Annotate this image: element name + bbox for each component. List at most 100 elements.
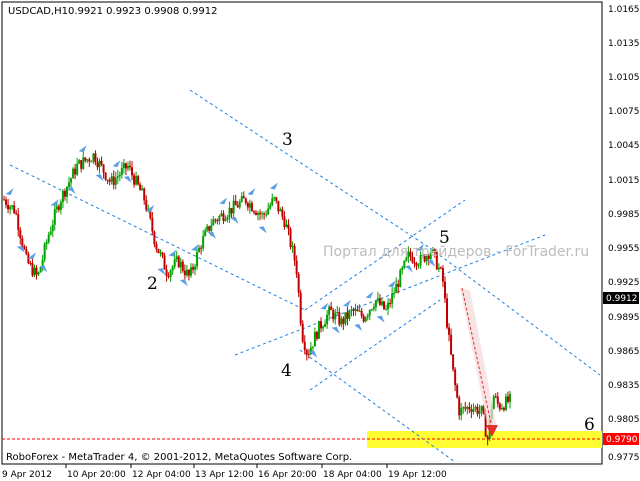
candle-body bbox=[301, 323, 304, 342]
candle-body bbox=[194, 266, 197, 270]
candle-body bbox=[437, 267, 440, 270]
candle-body bbox=[257, 212, 260, 215]
candle-body bbox=[167, 275, 170, 277]
candle-body bbox=[395, 283, 398, 294]
candle-body bbox=[342, 318, 345, 324]
candle-body bbox=[3, 199, 5, 201]
candle-body bbox=[145, 200, 148, 210]
candle-body bbox=[273, 197, 276, 199]
candle-body bbox=[72, 168, 75, 179]
candle-body bbox=[275, 197, 278, 201]
candle-body bbox=[230, 207, 233, 214]
candle-body bbox=[338, 312, 341, 325]
candle-body bbox=[376, 298, 379, 301]
candle-body bbox=[179, 261, 182, 268]
candle-body bbox=[59, 201, 62, 210]
candle-body bbox=[307, 354, 310, 356]
candle-body bbox=[370, 309, 373, 311]
candle-body bbox=[11, 205, 14, 207]
price-tick-label: 1.0075 bbox=[608, 107, 640, 117]
candle-body bbox=[204, 230, 207, 237]
candle-body bbox=[486, 436, 489, 439]
candle-body bbox=[450, 334, 453, 355]
candle-body bbox=[33, 267, 36, 276]
candle-body bbox=[238, 201, 241, 208]
candle-body bbox=[326, 314, 329, 325]
candle-body bbox=[502, 407, 505, 410]
candle-body bbox=[183, 270, 186, 276]
candle-body bbox=[39, 267, 42, 273]
candle-body bbox=[222, 213, 225, 221]
header-symbol: USDCAD,H1 bbox=[8, 6, 68, 17]
time-tick-label: 12 Apr 04:00 bbox=[132, 470, 191, 480]
candle-body bbox=[177, 256, 180, 268]
candle-body bbox=[131, 167, 134, 176]
candle-body bbox=[446, 298, 449, 328]
candle-body bbox=[415, 263, 418, 266]
candle-body bbox=[289, 229, 292, 247]
candle-body bbox=[460, 408, 463, 416]
price-tick-label: 0.9775 bbox=[608, 453, 640, 463]
header-ohlc: 0.9921 0.9923 0.9908 0.9912 bbox=[68, 6, 218, 17]
candle-body bbox=[161, 252, 164, 256]
price-chart[interactable]: Портал для трейдеров - ForTrader.ru USDC… bbox=[0, 0, 640, 481]
candle-body bbox=[151, 217, 154, 232]
candle-body bbox=[47, 234, 50, 243]
candle-body bbox=[328, 306, 331, 315]
candle-body bbox=[299, 292, 302, 324]
candle-body bbox=[86, 159, 89, 161]
time-tick-label: 16 Apr 20:00 bbox=[258, 470, 317, 480]
watermark-text: Портал для трейдеров - ForTrader.ru bbox=[323, 244, 589, 260]
price-tick-label: 0.9925 bbox=[608, 278, 640, 288]
candle-body bbox=[478, 410, 481, 414]
candle-body bbox=[70, 178, 73, 183]
candle-body bbox=[51, 224, 54, 232]
wave-label-2: 2 bbox=[147, 274, 158, 294]
candle-body bbox=[226, 217, 229, 220]
plot-frame bbox=[1, 1, 603, 465]
candle-body bbox=[224, 219, 227, 221]
candle-body bbox=[413, 262, 416, 264]
candle-body bbox=[340, 318, 343, 325]
price-tick-label: 0.9805 bbox=[608, 415, 640, 425]
candle-body bbox=[23, 246, 26, 249]
candle-body bbox=[474, 406, 477, 409]
candle-body bbox=[218, 216, 221, 221]
candle-body bbox=[506, 396, 509, 402]
candle-body bbox=[250, 203, 253, 212]
price-tick-label: 1.0165 bbox=[608, 5, 640, 15]
candle-body bbox=[212, 219, 215, 226]
candle-body bbox=[374, 300, 377, 308]
wave-label-6: 6 bbox=[584, 415, 595, 435]
candle-body bbox=[336, 312, 339, 314]
candle-body bbox=[120, 167, 123, 175]
candle-body bbox=[285, 224, 288, 227]
candle-body bbox=[305, 350, 308, 355]
candle-body bbox=[439, 267, 442, 269]
candle-body bbox=[348, 310, 351, 319]
candle-body bbox=[112, 176, 115, 185]
candle-body bbox=[153, 231, 156, 245]
footer-broker: RoboForex - MetaTrader 4, © 2001-2012, M… bbox=[6, 452, 352, 463]
candle-body bbox=[94, 153, 97, 163]
candle-body bbox=[454, 369, 457, 386]
candle-body bbox=[504, 396, 507, 410]
candle-body bbox=[452, 354, 455, 370]
candle-body bbox=[68, 182, 71, 187]
candle-body bbox=[21, 238, 24, 247]
chart-window[interactable]: Портал для трейдеров - ForTrader.ru USDC… bbox=[0, 0, 640, 481]
candle-body bbox=[9, 206, 12, 210]
candle-body bbox=[403, 260, 406, 268]
candle-body bbox=[498, 403, 501, 410]
candle-body bbox=[76, 163, 79, 175]
candle-body bbox=[19, 230, 22, 239]
candle-body bbox=[443, 281, 446, 299]
candle-body bbox=[246, 202, 249, 208]
candle-body bbox=[372, 307, 375, 310]
candle-body bbox=[17, 214, 20, 231]
candle-body bbox=[462, 407, 465, 409]
candle-body bbox=[210, 225, 213, 231]
candle-body bbox=[240, 196, 243, 202]
candle-body bbox=[383, 301, 386, 310]
candle-body bbox=[391, 293, 394, 304]
